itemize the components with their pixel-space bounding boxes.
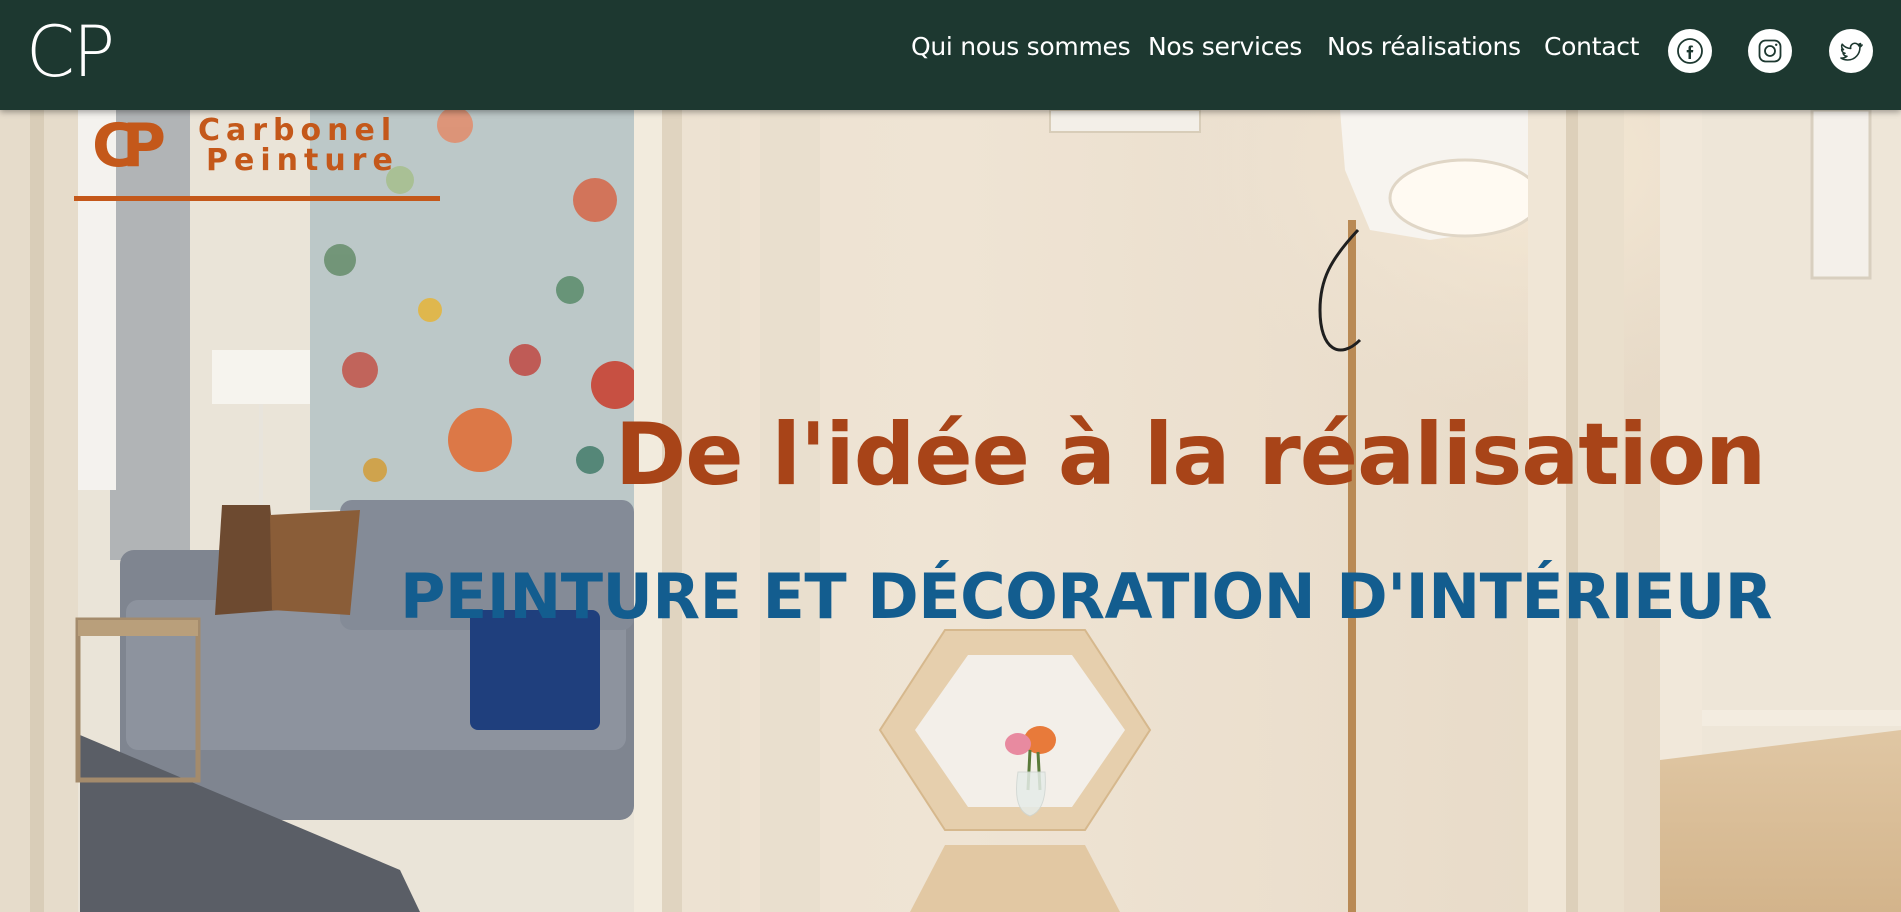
facebook-button[interactable] <box>1668 29 1712 73</box>
brand-logo: CP Carbonel Peinture <box>74 112 444 204</box>
site-logo[interactable]: CP <box>26 12 115 92</box>
brand-logo-underline <box>74 196 440 201</box>
nav-item-contact[interactable]: Contact <box>1544 30 1639 64</box>
brand-logo-mark: CP <box>92 111 166 181</box>
instagram-icon <box>1758 39 1782 63</box>
twitter-button[interactable] <box>1829 29 1873 73</box>
brand-logo-line-2: Peinture <box>206 143 399 178</box>
twitter-icon <box>1840 42 1863 61</box>
hero-background-image <box>0 110 1901 912</box>
instagram-button[interactable] <box>1748 29 1792 73</box>
brand-logo-line-1: Carbonel <box>198 113 398 148</box>
hero-section: CP Carbonel Peinture De l'idée à la réal… <box>0 110 1901 912</box>
hero-subheadline: PEINTURE ET DÉCORATION D'INTÉRIEUR <box>399 560 1773 633</box>
nav-item-nos-services[interactable]: Nos services <box>1148 30 1302 64</box>
hero-headline: De l'idée à la réalisation <box>614 405 1766 505</box>
nav-item-nos-realisations[interactable]: Nos réalisations <box>1327 30 1521 64</box>
top-navbar: CP Qui nous sommes Nos services Nos réal… <box>0 0 1901 110</box>
facebook-icon <box>1677 38 1703 64</box>
nav-item-qui-nous-sommes[interactable]: Qui nous sommes <box>911 30 1131 64</box>
brand-logo-name: Carbonel Peinture <box>198 116 399 176</box>
